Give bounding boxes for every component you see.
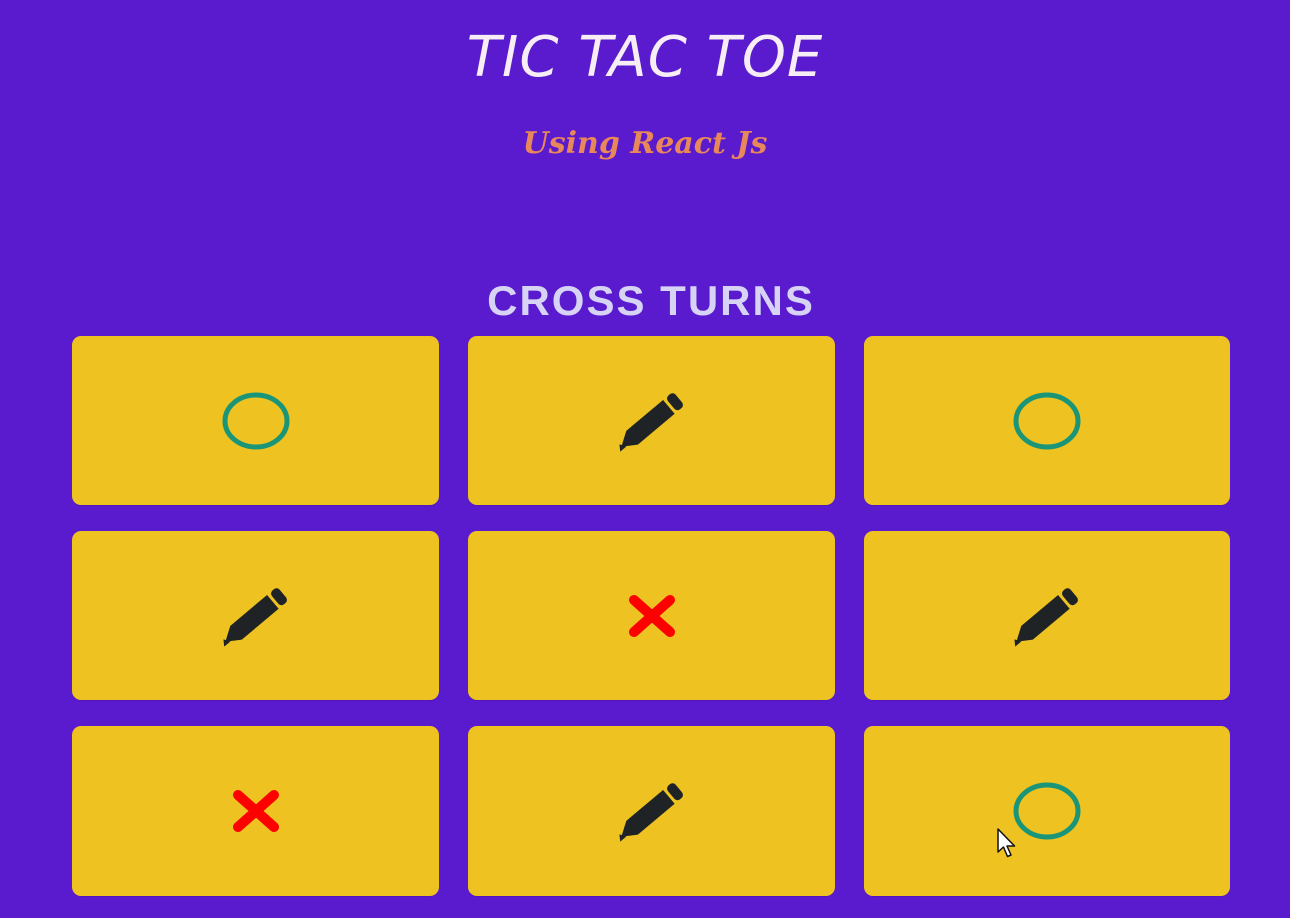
board-cell-3[interactable] (864, 336, 1230, 505)
cross-icon (231, 789, 281, 833)
page-title: TIC TAC TOE (466, 25, 824, 90)
game-board (72, 336, 1230, 896)
cross-icon (627, 594, 677, 638)
board-cell-5[interactable] (468, 531, 835, 700)
board-cell-2[interactable] (468, 336, 835, 505)
circle-icon (1012, 781, 1082, 841)
board-cell-8[interactable] (468, 726, 835, 896)
board-cell-1[interactable] (72, 336, 439, 505)
turn-status: CROSS TURNS (487, 277, 815, 324)
circle-icon (1012, 391, 1082, 451)
circle-icon (221, 391, 291, 451)
board-cell-6[interactable] (864, 531, 1230, 700)
board-cell-4[interactable] (72, 531, 439, 700)
pencil-icon (1011, 585, 1083, 647)
board-cell-9[interactable] (864, 726, 1230, 896)
pencil-icon (220, 585, 292, 647)
page-subtitle: Using React Js (522, 126, 768, 161)
pencil-icon (616, 780, 688, 842)
pencil-icon (616, 390, 688, 452)
board-cell-7[interactable] (72, 726, 439, 896)
